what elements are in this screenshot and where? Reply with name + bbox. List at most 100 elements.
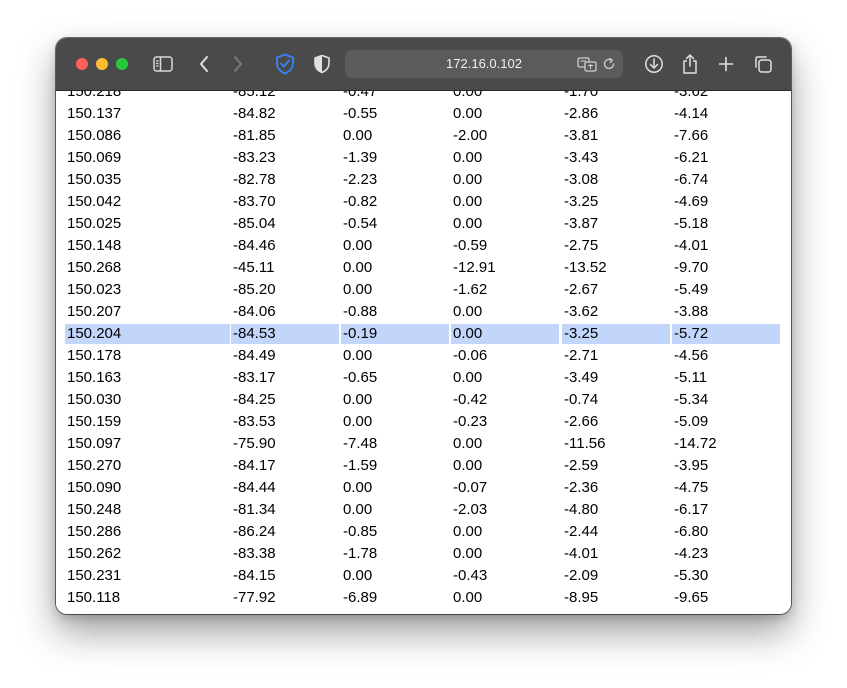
table-row[interactable]: 150.286 -86.24 -0.85 0.00 -2.44 -6.80 bbox=[56, 522, 791, 544]
table-cell: 0.00 bbox=[453, 105, 483, 122]
table-cell: 150.025 bbox=[67, 215, 122, 232]
table-cell: -81.34 bbox=[233, 501, 276, 518]
table-cell: 150.286 bbox=[67, 523, 122, 540]
table-cell: 150.270 bbox=[67, 457, 122, 474]
table-row[interactable]: 150.148 -84.46 0.00 -0.59 -2.75 -4.01 bbox=[56, 236, 791, 258]
table-row[interactable]: 150.069 -83.23 -1.39 0.00 -3.43 -6.21 bbox=[56, 148, 791, 170]
table-cell: 150.218 bbox=[67, 91, 122, 100]
table-cell: -0.59 bbox=[453, 237, 488, 254]
table-cell: -0.43 bbox=[453, 567, 488, 584]
chevron-left-icon[interactable] bbox=[192, 52, 216, 76]
table-row[interactable]: 150.035 -82.78 -2.23 0.00 -3.08 -6.74 bbox=[56, 170, 791, 192]
download-icon[interactable] bbox=[642, 52, 666, 76]
table-cell: -12.91 bbox=[453, 259, 496, 276]
table-cell: -84.17 bbox=[233, 457, 276, 474]
table-cell: -84.15 bbox=[233, 567, 276, 584]
table-cell: -1.59 bbox=[343, 457, 378, 474]
table-cell: -81.85 bbox=[233, 127, 276, 144]
table-cell: -83.38 bbox=[233, 545, 276, 562]
table-cell: -7.48 bbox=[343, 435, 378, 452]
table-cell: -9.70 bbox=[674, 259, 709, 276]
table-row[interactable]: 150.268 -45.11 0.00 -12.91 -13.52 -9.70 bbox=[56, 258, 791, 280]
table-row[interactable]: 150.090 -84.44 0.00 -0.07 -2.36 -4.75 bbox=[56, 478, 791, 500]
table-cell: 150.137 bbox=[67, 105, 122, 122]
table-cell: -0.65 bbox=[343, 369, 378, 386]
table-row[interactable]: 150.270 -84.17 -1.59 0.00 -2.59 -3.95 bbox=[56, 456, 791, 478]
sidebar-icon[interactable] bbox=[151, 52, 175, 76]
table-cell: -7.66 bbox=[674, 127, 709, 144]
reload-icon[interactable] bbox=[599, 54, 619, 74]
table-cell: -1.62 bbox=[453, 281, 488, 298]
tab-overview-icon[interactable] bbox=[751, 52, 775, 76]
table-cell: 0.00 bbox=[453, 91, 483, 100]
table-cell: 150.069 bbox=[67, 149, 122, 166]
table-cell: -84.82 bbox=[233, 105, 276, 122]
table-cell: -2.09 bbox=[564, 567, 599, 584]
table-cell: 0.00 bbox=[343, 281, 373, 298]
table-row[interactable]: 150.159 -83.53 0.00 -0.23 -2.66 -5.09 bbox=[56, 412, 791, 434]
share-icon[interactable] bbox=[678, 52, 702, 76]
close-window-button[interactable] bbox=[76, 58, 88, 70]
table-cell: -84.49 bbox=[233, 347, 276, 364]
table-row[interactable]: 150.163 -83.17 -0.65 0.00 -3.49 -5.11 bbox=[56, 368, 791, 390]
table-row[interactable]: 150.178 -84.49 0.00 -0.06 -2.71 -4.56 bbox=[56, 346, 791, 368]
table-cell: -84.44 bbox=[233, 479, 276, 496]
table-row[interactable]: 150.042 -83.70 -0.82 0.00 -3.25 -4.69 bbox=[56, 192, 791, 214]
table-cell: -83.23 bbox=[233, 149, 276, 166]
table-cell: -4.75 bbox=[674, 479, 709, 496]
table-row[interactable]: 150.086 -81.85 0.00 -2.00 -3.81 -7.66 bbox=[56, 126, 791, 148]
table-cell: 0.00 bbox=[453, 149, 483, 166]
table-cell: -2.75 bbox=[564, 237, 599, 254]
table-row[interactable]: 150.025 -85.04 -0.54 0.00 -3.87 -5.18 bbox=[56, 214, 791, 236]
table-cell: -0.07 bbox=[453, 479, 488, 496]
table-cell: 0.00 bbox=[453, 215, 483, 232]
table-cell: 150.262 bbox=[67, 545, 122, 562]
table-cell: -0.55 bbox=[343, 105, 378, 122]
table-row[interactable]: 150.118 -77.92 -6.89 0.00 -8.95 -9.65 bbox=[56, 588, 791, 610]
table-cell: 150.023 bbox=[67, 281, 122, 298]
table-cell: 0.00 bbox=[453, 303, 483, 320]
table-cell: -2.59 bbox=[564, 457, 599, 474]
table-cell: -2.44 bbox=[564, 523, 599, 540]
table-cell: -2.36 bbox=[564, 479, 599, 496]
address-bar[interactable]: 172.16.0.102 bbox=[345, 50, 623, 78]
table-cell: 0.00 bbox=[343, 501, 373, 518]
table-row[interactable]: 150.231 -84.15 0.00 -0.43 -2.09 -5.30 bbox=[56, 566, 791, 588]
table-row-selected[interactable]: 150.204 -84.53 -0.19 0.00 -3.25 -5.72 bbox=[56, 324, 791, 346]
table-row[interactable]: 150.023 -85.20 0.00 -1.62 -2.67 -5.49 bbox=[56, 280, 791, 302]
zoom-window-button[interactable] bbox=[116, 58, 128, 70]
table-cell: -6.80 bbox=[674, 523, 709, 540]
minimize-window-button[interactable] bbox=[96, 58, 108, 70]
table-cell: 150.035 bbox=[67, 171, 122, 188]
table-row[interactable]: 150.262 -83.38 -1.78 0.00 -4.01 -4.23 bbox=[56, 544, 791, 566]
table-cell: -0.88 bbox=[343, 303, 378, 320]
translate-icon[interactable] bbox=[577, 54, 597, 74]
table-cell: -6.89 bbox=[343, 589, 378, 606]
table-cell: -3.62 bbox=[674, 91, 709, 100]
table-cell: 0.00 bbox=[453, 545, 483, 562]
table-cell: 0.00 bbox=[451, 324, 559, 344]
table-cell: -0.82 bbox=[343, 193, 378, 210]
table-cell: 150.097 bbox=[67, 435, 122, 452]
table-cell: -85.04 bbox=[233, 215, 276, 232]
table-cell: 150.118 bbox=[67, 589, 121, 606]
shield-check-icon[interactable] bbox=[273, 52, 297, 76]
table-cell: -3.25 bbox=[564, 193, 599, 210]
table-cell: 0.00 bbox=[343, 237, 373, 254]
chevron-right-icon[interactable] bbox=[226, 52, 250, 76]
browser-toolbar: 172.16.0.102 bbox=[56, 38, 791, 91]
plus-icon[interactable] bbox=[714, 52, 738, 76]
table-row[interactable]: 150.218 -85.12 -0.47 0.00 -1.70 -3.62 bbox=[56, 91, 791, 104]
table-cell: 0.00 bbox=[453, 369, 483, 386]
table-cell: -0.23 bbox=[453, 413, 488, 430]
half-shield-icon[interactable] bbox=[310, 52, 334, 76]
table-cell: -13.52 bbox=[564, 259, 607, 276]
table-row[interactable]: 150.137 -84.82 -0.55 0.00 -2.86 -4.14 bbox=[56, 104, 791, 126]
table-row[interactable]: 150.248 -81.34 0.00 -2.03 -4.80 -6.17 bbox=[56, 500, 791, 522]
table-cell: 0.00 bbox=[453, 589, 483, 606]
table-row[interactable]: 150.030 -84.25 0.00 -0.42 -0.74 -5.34 bbox=[56, 390, 791, 412]
table-cell: -1.70 bbox=[564, 91, 599, 100]
table-row[interactable]: 150.207 -84.06 -0.88 0.00 -3.62 -3.88 bbox=[56, 302, 791, 324]
table-row[interactable]: 150.097 -75.90 -7.48 0.00 -11.56 -14.72 bbox=[56, 434, 791, 456]
table-cell: 0.00 bbox=[453, 435, 483, 452]
